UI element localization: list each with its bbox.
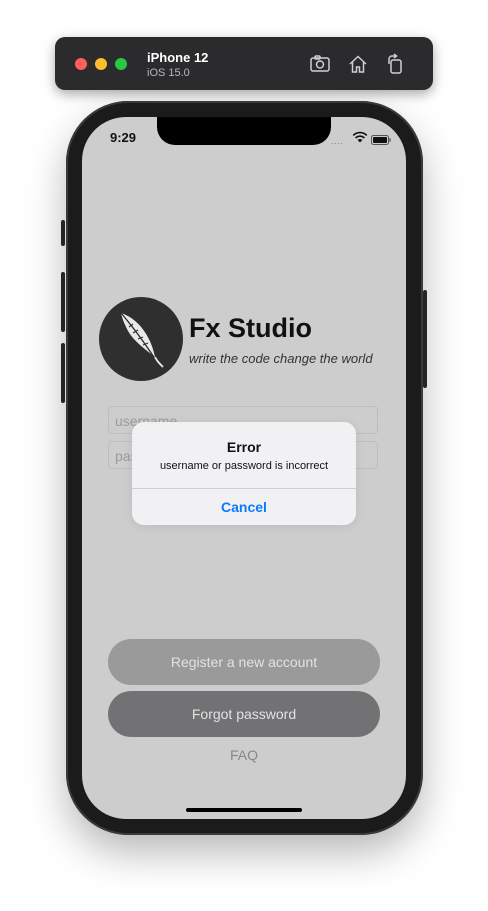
home-icon[interactable] bbox=[347, 53, 369, 75]
battery-icon bbox=[371, 132, 391, 145]
volume-down-button bbox=[61, 343, 65, 403]
simulator-toolbar: iPhone 12 iOS 15.0 bbox=[55, 37, 433, 90]
cancel-button[interactable]: Cancel bbox=[132, 489, 356, 525]
forgot-password-button[interactable]: Forgot password bbox=[108, 691, 380, 737]
alert-title: Error bbox=[226, 439, 262, 455]
mute-switch bbox=[61, 220, 65, 246]
home-indicator[interactable] bbox=[186, 808, 302, 812]
alert-message: username or password is incorrect bbox=[159, 460, 329, 472]
power-button bbox=[423, 290, 427, 388]
signal-dots: .... bbox=[331, 136, 344, 146]
faq-link[interactable]: FAQ bbox=[108, 747, 380, 763]
rotate-icon[interactable] bbox=[384, 53, 406, 75]
brand-tagline: write the code change the world bbox=[189, 351, 373, 366]
logo bbox=[99, 297, 183, 381]
volume-up-button bbox=[61, 272, 65, 332]
wifi-icon bbox=[352, 130, 368, 143]
feather-icon bbox=[120, 312, 164, 368]
notch bbox=[157, 117, 331, 145]
phone-screen: 9:29 .... Fx Studio write the code chang… bbox=[82, 117, 406, 819]
screenshot-icon[interactable] bbox=[309, 53, 331, 75]
simulator-stage: iPhone 12 iOS 15.0 9:29 .... Fx Studio w… bbox=[0, 0, 488, 911]
register-button[interactable]: Register a new account bbox=[108, 639, 380, 685]
brand-name: Fx Studio bbox=[189, 313, 312, 343]
status-time: 9:29 bbox=[110, 130, 137, 145]
os-version: iOS 15.0 bbox=[147, 67, 190, 79]
minimize-window-button[interactable] bbox=[95, 58, 107, 70]
close-window-button[interactable] bbox=[75, 58, 87, 70]
error-alert: Error username or password is incorrect … bbox=[132, 422, 356, 525]
zoom-window-button[interactable] bbox=[115, 58, 127, 70]
device-name: iPhone 12 bbox=[147, 50, 209, 65]
